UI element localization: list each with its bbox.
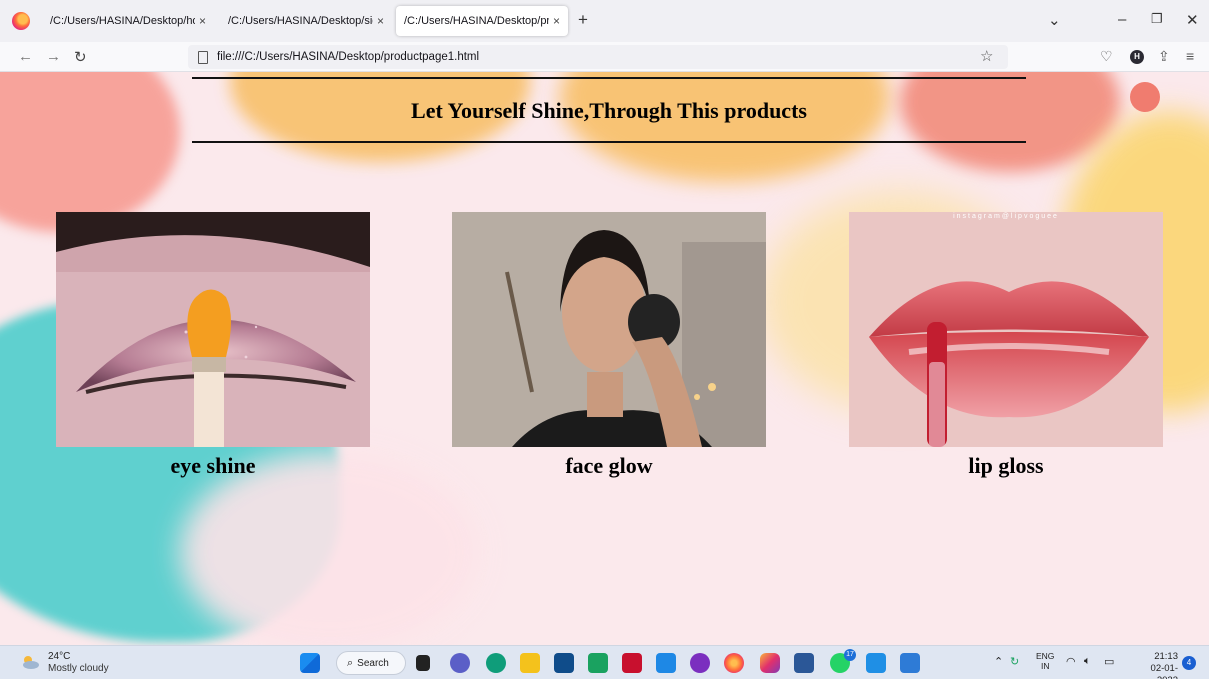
new-tab-button[interactable]: +: [578, 10, 588, 30]
product-card-face-glow[interactable]: face glow: [452, 212, 766, 479]
product-card-lip-gloss[interactable]: instagram@lipvoguee lip gloss: [849, 212, 1163, 479]
wifi-icon[interactable]: ◠: [1066, 655, 1076, 668]
url-text: file:///C:/Users/HASINA/Desktop/productp…: [217, 51, 480, 63]
url-bar[interactable]: file:///C:/Users/HASINA/Desktop/productp…: [188, 45, 1008, 69]
page-heading: Let Yourself Shine,Through This products: [411, 98, 807, 123]
forward-arrow-icon[interactable]: →: [46, 48, 61, 65]
close-window-icon[interactable]: ✕: [1186, 11, 1199, 29]
back-arrow-icon[interactable]: ←: [18, 48, 33, 65]
close-icon[interactable]: ×: [553, 14, 560, 28]
bookmark-star-icon[interactable]: ☆: [980, 47, 993, 65]
whatsapp-badge: 17: [844, 649, 856, 661]
product-caption: face glow: [565, 453, 653, 478]
minimize-icon[interactable]: –: [1118, 11, 1126, 28]
search-label: Search: [357, 657, 389, 669]
cloudy-weather-icon[interactable]: [20, 653, 40, 671]
chat-icon[interactable]: [450, 653, 470, 673]
app-icon[interactable]: [690, 653, 710, 673]
weather-temperature: 24°C: [48, 651, 71, 662]
tab-productpage[interactable]: /C:/Users/HASINA/Desktop/produc ×: [396, 6, 568, 36]
product-card-eye-shine[interactable]: eye shine: [56, 212, 370, 479]
lip-watermark: instagram@lipvoguee: [953, 213, 1059, 220]
tab-homepage[interactable]: /C:/Users/HASINA/Desktop/homepa ×: [42, 6, 214, 36]
notification-badge[interactable]: 4: [1182, 656, 1196, 670]
task-view-icon[interactable]: [416, 655, 430, 671]
edge-icon[interactable]: [486, 653, 506, 673]
pocket-icon[interactable]: ♡: [1100, 48, 1113, 65]
vscode-icon[interactable]: [866, 653, 886, 673]
clock-time: 21:13: [1154, 651, 1178, 662]
battery-icon[interactable]: ▭: [1104, 655, 1114, 668]
reload-icon[interactable]: ↻: [74, 48, 87, 66]
tab-title: /C:/Users/HASINA/Desktop/signup.: [228, 15, 373, 27]
tab-title: /C:/Users/HASINA/Desktop/produc: [404, 15, 549, 27]
close-icon[interactable]: ×: [199, 14, 206, 28]
app-icon[interactable]: [900, 653, 920, 673]
language-code: ENG: [1036, 651, 1055, 661]
heading-bottom-rule: [192, 141, 1026, 143]
instagram-icon[interactable]: [760, 653, 780, 673]
browser-tab-bar: /C:/Users/HASINA/Desktop/homepa × /C:/Us…: [0, 0, 1209, 42]
firefox-logo-icon: [12, 12, 30, 30]
search-icon: ⌕: [347, 656, 354, 669]
page-icon: [198, 50, 208, 64]
page-viewport: Let Yourself Shine,Through This products: [0, 72, 1209, 645]
restore-icon[interactable]: ❐: [1151, 11, 1163, 27]
mcafee-icon[interactable]: [622, 653, 642, 673]
list-all-tabs-icon[interactable]: ⌄: [1048, 11, 1061, 29]
system-clock[interactable]: 21:13 02-01-2023: [1130, 651, 1178, 679]
file-explorer-icon[interactable]: [520, 653, 540, 673]
menu-icon[interactable]: ≡: [1186, 48, 1194, 64]
chevron-up-icon[interactable]: ⌃: [994, 655, 1003, 668]
app-icon[interactable]: [656, 653, 676, 673]
l-app-icon[interactable]: [588, 653, 608, 673]
tab-title: /C:/Users/HASINA/Desktop/homepa: [50, 15, 195, 27]
product-caption: eye shine: [170, 453, 256, 478]
taskbar-search[interactable]: ⌕ Search: [336, 651, 406, 675]
extensions-icon[interactable]: ⇪: [1158, 48, 1170, 65]
lip-gloss-image[interactable]: instagram@lipvoguee: [849, 212, 1163, 447]
tab-signup[interactable]: /C:/Users/HASINA/Desktop/signup. ×: [220, 6, 392, 36]
volume-icon[interactable]: 🔈︎: [1084, 655, 1091, 668]
heading-top-rule: [192, 77, 1026, 79]
clock-date: 02-01-2023: [1150, 663, 1178, 679]
firefox-icon[interactable]: [724, 653, 744, 673]
navigation-toolbar: ← → ↻ file:///C:/Users/HASINA/Desktop/pr…: [0, 42, 1209, 72]
account-avatar[interactable]: H: [1130, 50, 1144, 64]
region-code: IN: [1040, 661, 1050, 671]
close-icon[interactable]: ×: [377, 14, 384, 28]
weather-description: Mostly cloudy: [48, 663, 109, 674]
word-icon[interactable]: [794, 653, 814, 673]
face-glow-image[interactable]: [452, 212, 766, 447]
store-icon[interactable]: [554, 653, 574, 673]
language-indicator[interactable]: ENG IN: [1036, 651, 1054, 671]
windows-start-icon[interactable]: [300, 653, 320, 673]
network-sync-icon[interactable]: ↻: [1010, 655, 1019, 668]
windows-taskbar: 24°C Mostly cloudy ⌕ Search 17 ⌃ ↻ ENG I…: [0, 645, 1209, 679]
product-caption: lip gloss: [968, 453, 1044, 478]
eye-shine-image[interactable]: [56, 212, 370, 447]
